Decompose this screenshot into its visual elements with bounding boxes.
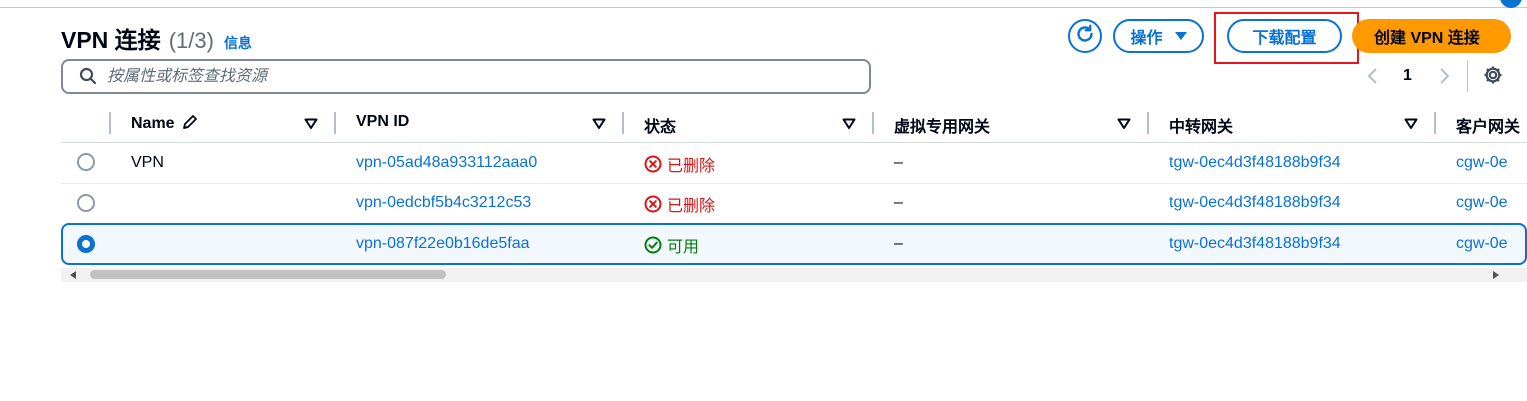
row-name: VPN (131, 154, 164, 171)
table-row[interactable]: VPN vpn-05ad48a933112aaa0 已删除 – tgw-0ec4… (61, 143, 1527, 183)
highlight-box (1214, 12, 1359, 64)
search-box (61, 59, 871, 94)
info-link[interactable]: 信息 (224, 33, 252, 53)
previous-page-button[interactable] (1365, 64, 1381, 88)
actions-label: 操作 (1130, 30, 1163, 47)
column-header-customer-gateway[interactable]: 客户网关 (1456, 113, 1520, 137)
title-text: VPN 连接 (61, 27, 161, 53)
create-vpn-connection-button[interactable]: 创建 VPN 连接 (1352, 19, 1511, 53)
status-error-icon (644, 195, 662, 213)
row-vpn-id-link[interactable]: vpn-05ad48a933112aaa0 (356, 154, 537, 172)
column-separator (1147, 112, 1149, 134)
row-status: 已删除 (644, 152, 715, 176)
row-tgw-link[interactable]: tgw-0ec4d3f48188b9f34 (1169, 235, 1341, 253)
column-header-vpn-id[interactable]: VPN ID (356, 113, 409, 131)
status-success-icon (644, 236, 662, 254)
column-separator (109, 112, 111, 134)
vpn-connections-table: Name VPN ID 状态 虚拟专用网关 中转网关 客户网关 VPN vpn-… (61, 104, 1527, 284)
scroll-right-arrow-icon[interactable] (1493, 271, 1499, 279)
column-header-virtual-private-gateway[interactable]: 虚拟专用网关 (894, 113, 990, 137)
row-radio-selected[interactable] (77, 235, 95, 253)
scrollbar-thumb[interactable] (90, 270, 446, 279)
horizontal-scrollbar[interactable] (61, 268, 1527, 282)
column-separator (1434, 112, 1436, 134)
row-tgw-link[interactable]: tgw-0ec4d3f48188b9f34 (1169, 194, 1341, 212)
table-row[interactable]: vpn-0edcbf5b4c3212c53 已删除 – tgw-0ec4d3f4… (61, 183, 1527, 223)
page-number[interactable]: 1 (1403, 64, 1412, 88)
page-title: VPN 连接 (1/3) 信息 (61, 21, 252, 55)
next-page-button[interactable] (1436, 64, 1452, 88)
row-vpn-id-link[interactable]: vpn-087f22e0b16de5faa (356, 235, 530, 253)
row-cgw-link[interactable]: cgw-0e (1456, 235, 1508, 253)
row-radio[interactable] (77, 194, 95, 212)
search-icon (79, 67, 97, 85)
column-separator (622, 112, 624, 134)
row-cgw-link[interactable]: cgw-0e (1456, 194, 1508, 212)
column-separator (872, 112, 874, 134)
table-row-selected[interactable]: vpn-087f22e0b16de5faa 可用 – tgw-0ec4d3f48… (61, 223, 1527, 265)
column-separator (334, 112, 336, 134)
column-header-name[interactable]: Name (131, 113, 199, 136)
row-cgw-link[interactable]: cgw-0e (1456, 154, 1508, 172)
column-header-transit-gateway[interactable]: 中转网关 (1169, 113, 1233, 137)
edit-pencil-icon[interactable] (181, 113, 199, 136)
table-header: Name VPN ID 状态 虚拟专用网关 中转网关 客户网关 (61, 104, 1527, 142)
actions-dropdown-button[interactable]: 操作 (1113, 19, 1204, 53)
column-header-state[interactable]: 状态 (644, 113, 676, 137)
row-status: 已删除 (644, 192, 715, 216)
scroll-left-arrow-icon[interactable] (70, 271, 76, 279)
row-vgw: – (894, 154, 903, 171)
selection-count: (1/3) (168, 28, 214, 53)
row-vgw: – (894, 194, 903, 211)
create-label: 创建 VPN 连接 (1374, 30, 1480, 47)
row-status: 可用 (644, 233, 699, 257)
caret-down-icon (1174, 32, 1187, 40)
row-vgw: – (894, 235, 903, 252)
refresh-button[interactable] (1068, 19, 1102, 53)
row-radio[interactable] (77, 153, 95, 171)
refresh-icon (1074, 23, 1096, 50)
row-tgw-link[interactable]: tgw-0ec4d3f48188b9f34 (1169, 154, 1341, 172)
pager-divider (1467, 60, 1468, 92)
status-error-icon (644, 155, 662, 173)
settings-gear-icon[interactable] (1482, 64, 1504, 86)
top-divider (0, 7, 1527, 8)
row-vpn-id-link[interactable]: vpn-0edcbf5b4c3212c53 (356, 194, 531, 212)
search-input[interactable] (107, 63, 847, 90)
